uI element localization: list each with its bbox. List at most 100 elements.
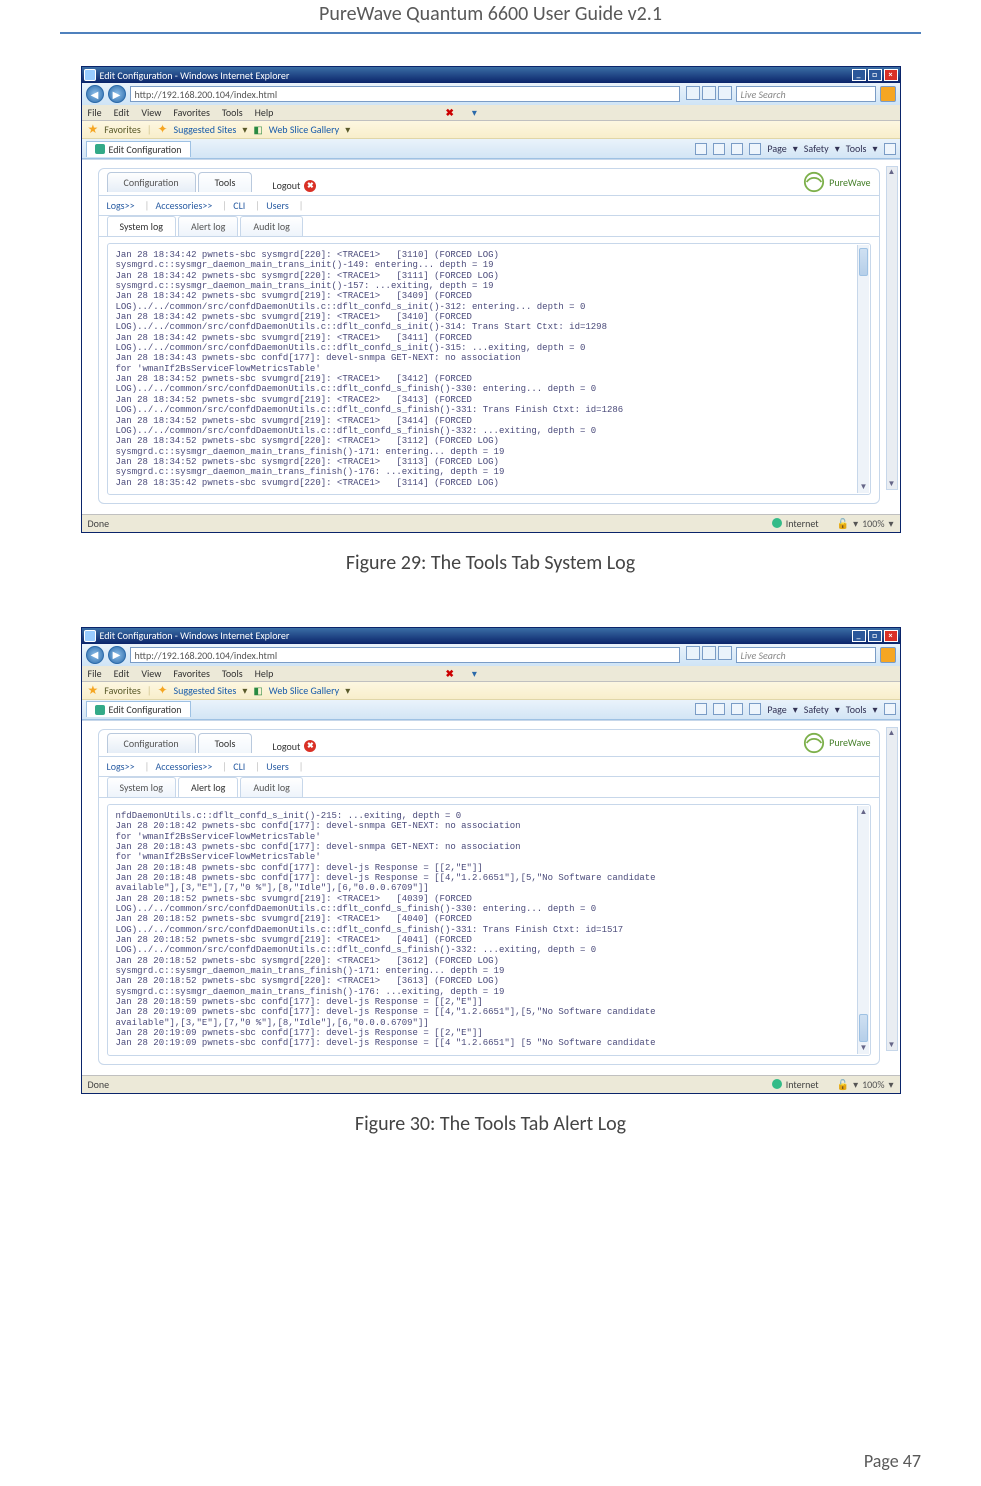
dropdown-icon[interactable]: ▾ (345, 123, 350, 136)
nav-back-button[interactable]: ◀ (86, 85, 104, 103)
nav-back-button[interactable]: ◀ (86, 646, 104, 664)
menu-favorites[interactable]: Favorites (173, 667, 210, 680)
mail-icon[interactable] (731, 143, 743, 155)
cmd-safety[interactable]: Safety (804, 142, 829, 155)
cmd-page[interactable]: Page (767, 142, 786, 155)
web-slice-link[interactable]: Web Slice Gallery (269, 123, 339, 136)
cmd-page[interactable]: Page (767, 703, 786, 716)
feeds-icon[interactable] (713, 703, 725, 715)
search-dropdown-icon[interactable] (718, 86, 732, 100)
main-tab-configuration[interactable]: Configuration (107, 733, 196, 753)
window-maximize-button[interactable]: □ (868, 630, 882, 642)
link-logs[interactable]: Logs>> (107, 199, 135, 212)
menu-edit[interactable]: Edit (114, 106, 130, 119)
suggested-sites-link[interactable]: Suggested Sites (174, 684, 237, 697)
stop-icon[interactable] (702, 646, 716, 660)
zoom-dropdown-icon[interactable]: ▾ (888, 517, 893, 530)
link-users[interactable]: Users (266, 760, 289, 773)
help-icon[interactable] (884, 703, 896, 715)
cmd-tools[interactable]: Tools (846, 703, 867, 716)
menu-view[interactable]: View (141, 667, 161, 680)
chevron-down-icon[interactable]: ▾ (872, 703, 877, 716)
main-tab-tools[interactable]: Tools (198, 172, 253, 192)
menu-help[interactable]: Help (255, 106, 274, 119)
dropdown-icon[interactable]: ▾ (242, 684, 247, 697)
favorites-label[interactable]: Favorites (104, 123, 141, 136)
cmd-tools[interactable]: Tools (846, 142, 867, 155)
cmd-safety[interactable]: Safety (804, 703, 829, 716)
search-input[interactable]: Live Search (736, 647, 876, 663)
chevron-down-icon[interactable]: ▾ (835, 703, 840, 716)
subtab-system-log[interactable]: System log (107, 777, 176, 797)
favorites-label[interactable]: Favorites (104, 684, 141, 697)
subtab-alert-log[interactable]: Alert log (178, 777, 238, 797)
window-minimize-button[interactable]: _ (852, 630, 866, 642)
subtab-system-log[interactable]: System log (107, 216, 176, 236)
scrollbar-thumb[interactable] (859, 1014, 868, 1042)
chevron-down-icon[interactable]: ▾ (835, 142, 840, 155)
browser-tab[interactable]: Edit Configuration (86, 701, 191, 717)
zoom-label[interactable]: 100% (862, 517, 884, 530)
link-cli[interactable]: CLI (233, 760, 245, 773)
nav-forward-button[interactable]: ▶ (108, 646, 126, 664)
compat-view-icon[interactable]: ▾ (472, 667, 477, 680)
menu-view[interactable]: View (141, 106, 161, 119)
logout-button[interactable]: Logout✖ (272, 740, 316, 753)
menu-edit[interactable]: Edit (114, 667, 130, 680)
compat-view-icon[interactable]: ▾ (472, 106, 477, 119)
chevron-down-icon[interactable]: ▾ (793, 142, 798, 155)
subtab-alert-log[interactable]: Alert log (178, 216, 238, 236)
stop-icon[interactable] (702, 86, 716, 100)
log-scrollbar[interactable] (857, 806, 869, 1054)
scrollbar-thumb[interactable] (859, 248, 868, 276)
window-maximize-button[interactable]: □ (868, 69, 882, 81)
dropdown-icon[interactable]: ▾ (345, 684, 350, 697)
zoom-label[interactable]: 100% (862, 1078, 884, 1091)
page-stop-icon[interactable]: ✖ (445, 106, 453, 119)
feeds-icon[interactable] (713, 143, 725, 155)
menu-file[interactable]: File (88, 106, 102, 119)
chevron-down-icon[interactable]: ▾ (872, 142, 877, 155)
print-icon[interactable] (749, 143, 761, 155)
address-bar[interactable]: http://192.168.200.104/index.html (130, 647, 680, 663)
print-icon[interactable] (749, 703, 761, 715)
search-go-button[interactable] (880, 86, 896, 102)
favorites-star-icon[interactable]: ★ (88, 122, 99, 137)
home-icon[interactable] (695, 143, 707, 155)
page-scrollbar[interactable] (886, 727, 898, 1051)
mail-icon[interactable] (731, 703, 743, 715)
search-dropdown-icon[interactable] (718, 646, 732, 660)
menu-favorites[interactable]: Favorites (173, 106, 210, 119)
link-accessories[interactable]: Accessories>> (155, 199, 212, 212)
link-logs[interactable]: Logs>> (107, 760, 135, 773)
window-close-button[interactable]: × (884, 630, 898, 642)
window-close-button[interactable]: × (884, 69, 898, 81)
address-bar[interactable]: http://192.168.200.104/index.html (130, 86, 680, 102)
refresh-icon[interactable] (686, 646, 700, 660)
log-scrollbar[interactable] (857, 245, 869, 493)
link-users[interactable]: Users (266, 199, 289, 212)
dropdown-icon[interactable]: ▾ (242, 123, 247, 136)
menu-help[interactable]: Help (255, 667, 274, 680)
web-slice-link[interactable]: Web Slice Gallery (269, 684, 339, 697)
help-icon[interactable] (884, 143, 896, 155)
menu-tools[interactable]: Tools (222, 667, 243, 680)
main-tab-tools[interactable]: Tools (198, 733, 253, 753)
link-cli[interactable]: CLI (233, 199, 245, 212)
menu-tools[interactable]: Tools (222, 106, 243, 119)
zoom-dropdown-icon[interactable]: ▾ (888, 1078, 893, 1091)
menu-file[interactable]: File (88, 667, 102, 680)
refresh-icon[interactable] (686, 86, 700, 100)
search-input[interactable]: Live Search (736, 86, 876, 102)
home-icon[interactable] (695, 703, 707, 715)
subtab-audit-log[interactable]: Audit log (240, 777, 302, 797)
suggested-sites-link[interactable]: Suggested Sites (174, 123, 237, 136)
chevron-down-icon[interactable]: ▾ (793, 703, 798, 716)
search-go-button[interactable] (880, 647, 896, 663)
browser-tab[interactable]: Edit Configuration (86, 141, 191, 157)
logout-button[interactable]: Logout✖ (272, 179, 316, 192)
nav-forward-button[interactable]: ▶ (108, 85, 126, 103)
favorites-star-icon[interactable]: ★ (88, 683, 99, 698)
link-accessories[interactable]: Accessories>> (155, 760, 212, 773)
page-scrollbar[interactable] (886, 166, 898, 490)
